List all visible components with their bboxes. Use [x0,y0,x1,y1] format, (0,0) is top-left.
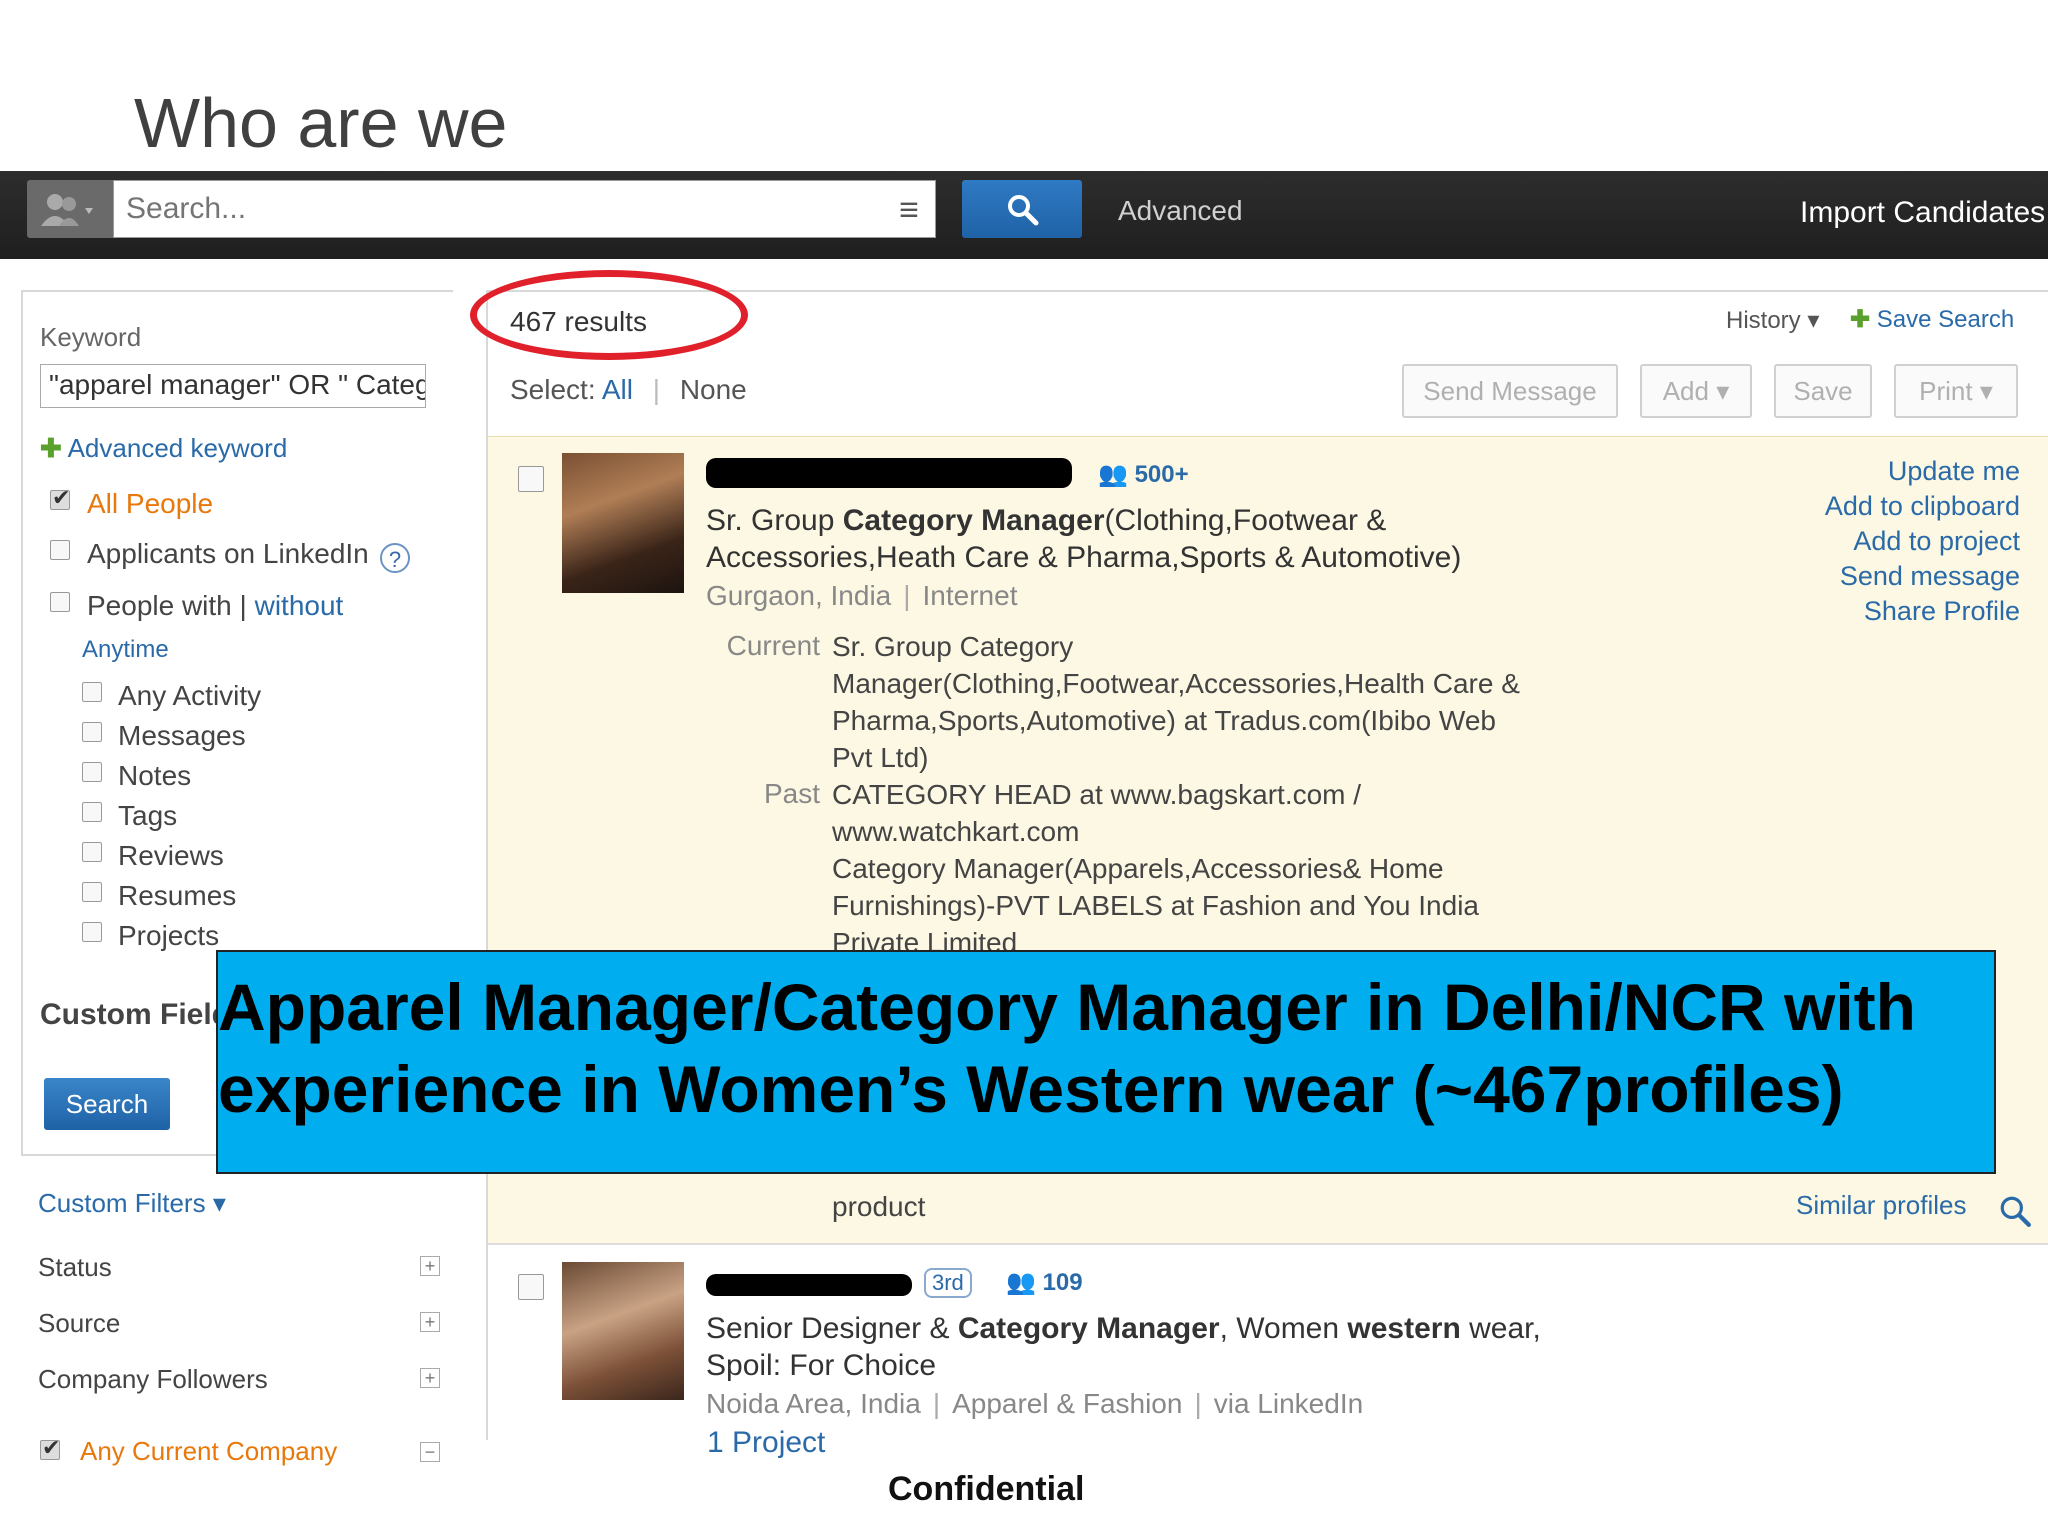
filter-status[interactable]: Status [38,1252,112,1283]
all-people-label: All People [87,488,214,519]
people-with-checkbox[interactable] [50,592,70,612]
activity-checkbox[interactable] [82,722,102,742]
search-box[interactable]: ≡ [113,180,936,238]
connections-count: 👥 109 [1006,1269,1083,1296]
select-all-link[interactable]: All [602,374,633,405]
activity-checkbox[interactable] [82,882,102,902]
activity-option: Tags [118,800,178,831]
profile-photo[interactable] [562,453,684,593]
help-icon[interactable]: ? [380,543,410,573]
save-button[interactable]: Save [1774,364,1872,418]
banner-line: experience in Women’s Western wear (~467… [218,1052,1844,1126]
activity-checkbox[interactable] [82,842,102,862]
activity-checkbox[interactable] [82,802,102,822]
filter-source[interactable]: Source [38,1308,120,1339]
activity-checkbox[interactable] [82,922,102,942]
projects-link[interactable]: 1 Project [707,1426,825,1460]
activity-option: Messages [118,720,246,751]
activity-option: Any Activity [118,680,262,711]
any-current-company-checkbox[interactable] [40,1435,60,1461]
people-icon [41,194,93,226]
advanced-search-link[interactable]: Advanced [1118,195,1243,227]
profile-meta: Noida Area, India | Apparel & Fashion | via … [706,1388,1364,1419]
activity-option: Reviews [118,840,224,871]
banner-line: Apparel Manager/Category Manager in Delh… [218,970,1916,1044]
save-search-link[interactable]: ✚ Save Search [1850,305,2014,334]
connections-icon: 👥 [1098,461,1128,488]
activity-option: Projects [118,920,220,951]
add-to-project-link[interactable]: Add to project [1760,524,2020,559]
profile-headline: Sr. Group Category Manager(Clothing,Foot… [706,504,1462,574]
search-button[interactable] [962,180,1082,238]
select-none-link[interactable]: None [680,374,747,405]
profile-photo[interactable] [562,1262,684,1400]
highlight-circle [470,270,748,360]
caret-down-icon: ▾ [1807,307,1820,334]
update-me-link[interactable]: Update me [1760,454,2020,489]
applicants-label: Applicants on LinkedIn [87,538,369,569]
plus-icon: ✚ [40,433,62,463]
profile-excerpt: product [832,1191,926,1222]
current-label: Current [726,630,820,661]
activity-option: Notes [118,760,192,791]
profile-headline: Senior Designer & Category Manager, Wome… [706,1312,1541,1382]
keyword-label: Keyword [40,322,142,352]
activity-checkbox[interactable] [82,762,102,782]
search-type-dropdown[interactable] [27,180,113,238]
sidebar-search-button[interactable]: Search [44,1078,170,1130]
without-toggle[interactable]: without [255,590,344,621]
add-button[interactable]: Add ▾ [1640,364,1752,418]
plus-icon: ✚ [1850,306,1871,333]
send-message-button[interactable]: Send Message [1402,364,1618,418]
redacted-name [706,458,1072,488]
keyword-input[interactable]: "apparel manager" OR " Category [40,364,426,408]
anytime-dropdown[interactable]: Anytime [82,636,169,664]
redacted-name [706,1274,912,1296]
profile-select-checkbox[interactable] [518,1274,544,1300]
send-message-link[interactable]: Send message [1760,559,2020,594]
all-people-checkbox[interactable] [50,485,70,511]
expand-icon[interactable]: + [420,1256,440,1276]
connections-count: 👥 500+ [1098,461,1189,488]
profile-meta: Gurgaon, India | Internet [706,580,1018,611]
profile-actions: Update me Add to clipboard Add to projec… [1760,454,2020,629]
degree-badge: 3rd [924,1268,972,1298]
history-dropdown[interactable]: History ▾ [1726,306,1819,335]
confidential-footer: Confidential [888,1470,1085,1508]
filter-company-followers[interactable]: Company Followers [38,1364,268,1395]
past-label: Past [763,778,820,809]
caret-down-icon: ▾ [212,1188,226,1218]
collapse-icon[interactable]: − [420,1442,440,1462]
similar-profiles-link[interactable]: Similar profiles [1796,1190,1967,1221]
import-candidates-link[interactable]: Import Candidates [1800,196,2045,230]
callout-banner: Apparel Manager/Category Manager in Delh… [216,950,1996,1174]
profile-select-checkbox[interactable] [518,466,544,492]
search-icon[interactable] [1998,1194,2032,1228]
custom-filters-dropdown[interactable]: Custom Filters ▾ [38,1188,226,1219]
expand-icon[interactable]: + [420,1312,440,1332]
slide-title: Who are we [134,84,508,162]
any-current-company-label: Any Current Company [80,1436,338,1466]
select-row: Select: All | None [510,374,747,405]
search-input[interactable] [124,191,868,227]
print-button[interactable]: Print ▾ [1894,364,2018,418]
menu-icon[interactable]: ≡ [899,191,919,230]
expand-icon[interactable]: + [420,1368,440,1388]
activity-checkbox[interactable] [82,682,102,702]
search-icon [1008,195,1039,226]
past-positions: CATEGORY HEAD at www.bagskart.com / www.… [832,779,1479,958]
connections-icon: 👥 [1006,1269,1036,1296]
advanced-keyword-link[interactable]: ✚ Advanced keyword [40,433,287,464]
add-to-clipboard-link[interactable]: Add to clipboard [1760,489,2020,524]
applicants-checkbox[interactable] [50,540,70,560]
share-profile-link[interactable]: Share Profile [1760,594,2020,629]
people-with-label: People with | without [87,590,344,621]
current-positions: Sr. Group Category Manager(Clothing,Foot… [832,631,1520,773]
activity-option: Resumes [118,880,237,911]
